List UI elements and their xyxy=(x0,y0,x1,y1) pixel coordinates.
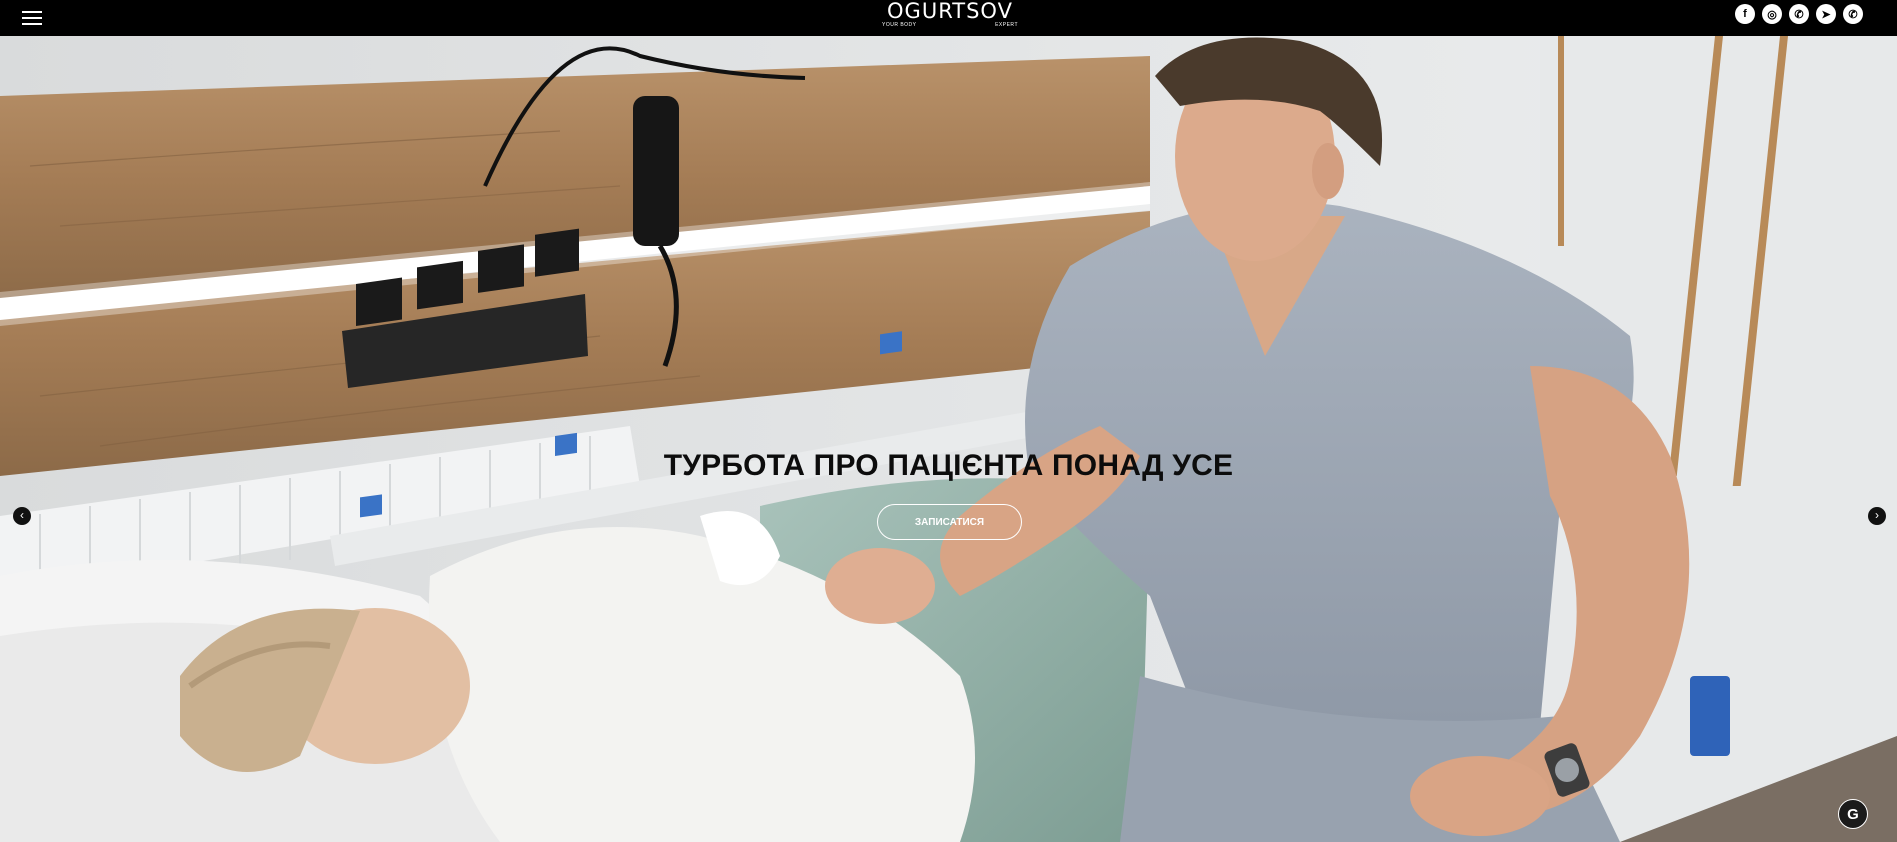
logo-wordmark: OGURTSOV xyxy=(887,0,1013,23)
viber-icon[interactable]: ✆ xyxy=(1843,4,1863,24)
hero-slider: ТУРБОТА ПРО ПАЦІЄНТА ПОНАД УСЕ ЗАПИСАТИС… xyxy=(0,36,1897,842)
hamburger-menu-icon[interactable] xyxy=(22,7,46,29)
slider-prev-arrow-icon[interactable]: ‹ xyxy=(13,507,31,525)
phone-icon[interactable]: ✆ xyxy=(1789,4,1809,24)
instagram-icon[interactable]: ◎ xyxy=(1762,4,1782,24)
logo-tagline-left: YOUR BODY xyxy=(882,22,917,28)
facebook-icon[interactable]: f xyxy=(1735,4,1755,24)
top-header: OGURTSOV YOUR BODY EXPERT f ◎ ✆ ➤ ✆ xyxy=(0,0,1897,36)
telegram-icon[interactable]: ➤ xyxy=(1816,4,1836,24)
floating-widget-icon[interactable]: G xyxy=(1838,799,1868,829)
slider-next-arrow-icon[interactable]: › xyxy=(1868,507,1886,525)
social-links: f ◎ ✆ ➤ ✆ xyxy=(1735,4,1863,24)
book-appointment-button[interactable]: ЗАПИСАТИСЯ xyxy=(877,504,1022,540)
hero-photo xyxy=(0,36,1897,842)
site-logo[interactable]: OGURTSOV YOUR BODY EXPERT xyxy=(880,0,1020,30)
logo-tagline-right: EXPERT xyxy=(995,22,1018,28)
hero-headline: ТУРБОТА ПРО ПАЦІЄНТА ПОНАД УСЕ xyxy=(663,449,1234,482)
